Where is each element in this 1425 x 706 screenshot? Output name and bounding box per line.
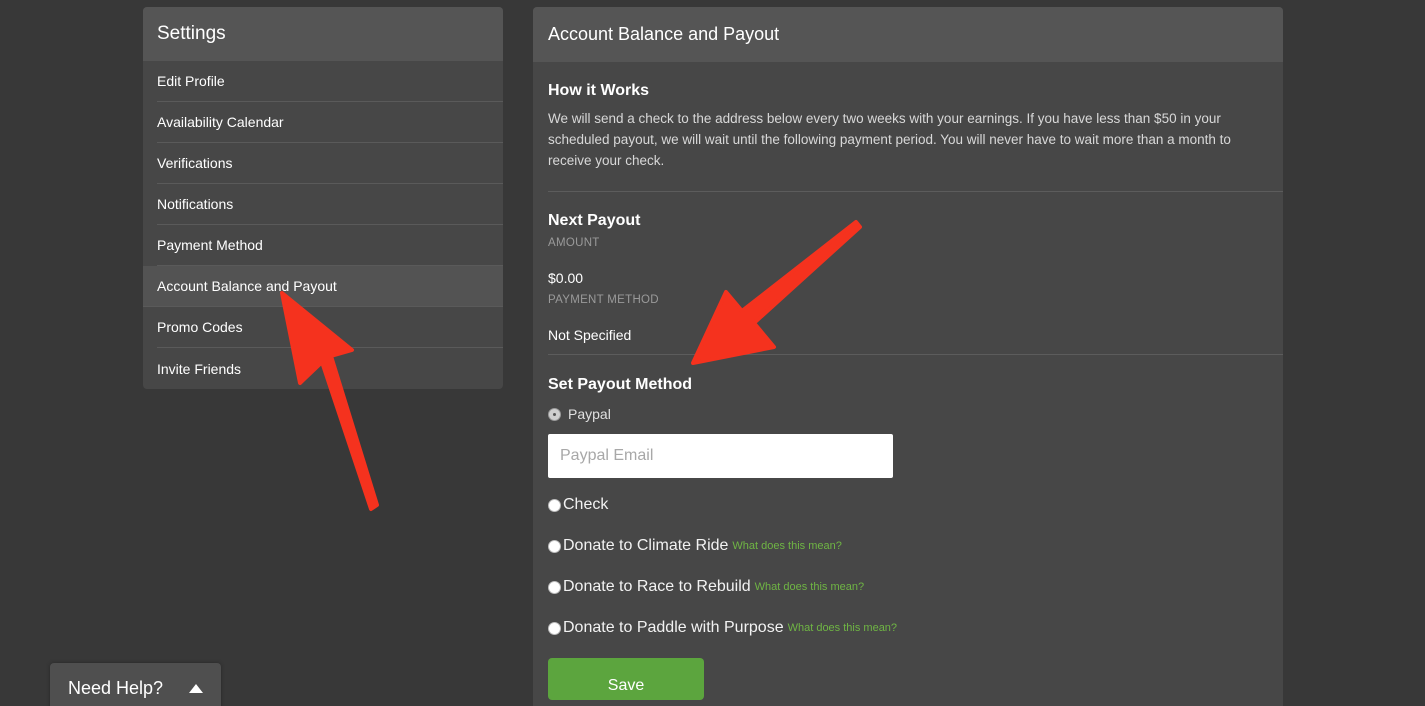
donate-race-to-rebuild-radio[interactable] — [548, 580, 561, 594]
sidebar-item-notifications[interactable]: Notifications — [157, 184, 503, 225]
donate-climate-ride-label: Donate to Climate Ride — [563, 537, 729, 554]
check-radio[interactable] — [548, 498, 561, 512]
sidebar-menu: Edit Profile Availability Calendar Verif… — [143, 61, 503, 389]
sidebar-item-availability-calendar[interactable]: Availability Calendar — [157, 102, 503, 143]
amount-label: AMOUNT — [548, 237, 600, 249]
check-option[interactable]: Check — [548, 496, 1283, 514]
panel-body: How it Works We will send a check to the… — [533, 82, 1283, 700]
how-it-works-text: We will send a check to the address belo… — [548, 111, 1231, 168]
sidebar-item-promo-codes[interactable]: Promo Codes — [157, 307, 503, 348]
payment-method-value: Not Specified — [548, 327, 632, 343]
next-payout-title: Next Payout — [548, 212, 641, 229]
how-it-works-title: How it Works — [548, 82, 650, 99]
panel-title: Account Balance and Payout — [533, 7, 1283, 62]
paddle-with-purpose-info-link[interactable]: What does this mean? — [788, 622, 897, 634]
donate-paddle-with-purpose-radio[interactable] — [548, 621, 561, 635]
donate-paddle-with-purpose-label: Donate to Paddle with Purpose — [563, 619, 784, 636]
need-help-label: Need Help? — [68, 677, 164, 698]
account-balance-panel: Account Balance and Payout How it Works … — [533, 7, 1283, 706]
donate-climate-ride-option[interactable]: Donate to Climate Ride What does this me… — [548, 537, 1283, 555]
save-button[interactable]: Save — [548, 658, 704, 700]
climate-ride-info-link[interactable]: What does this mean? — [732, 540, 841, 552]
sidebar-title: Settings — [143, 7, 503, 61]
paypal-email-input[interactable] — [548, 434, 893, 478]
donate-paddle-with-purpose-option[interactable]: Donate to Paddle with Purpose What does … — [548, 619, 1283, 637]
sidebar-item-payment-method[interactable]: Payment Method — [157, 225, 503, 266]
check-label: Check — [563, 496, 609, 513]
set-payout-method-title: Set Payout Method — [548, 376, 693, 393]
donate-race-to-rebuild-option[interactable]: Donate to Race to Rebuild What does this… — [548, 578, 1283, 596]
settings-page: Settings Edit Profile Availability Calen… — [0, 0, 1425, 706]
donate-race-to-rebuild-label: Donate to Race to Rebuild — [563, 578, 751, 595]
sidebar-item-verifications[interactable]: Verifications — [157, 143, 503, 184]
sidebar-item-invite-friends[interactable]: Invite Friends — [157, 348, 503, 389]
sidebar-item-edit-profile[interactable]: Edit Profile — [157, 61, 503, 102]
donate-climate-ride-radio[interactable] — [548, 539, 561, 553]
paypal-label: Paypal — [568, 406, 611, 422]
need-help-widget[interactable]: Need Help? — [50, 663, 221, 706]
caret-up-icon — [189, 683, 203, 693]
race-to-rebuild-info-link[interactable]: What does this mean? — [755, 581, 864, 593]
settings-sidebar: Settings Edit Profile Availability Calen… — [143, 7, 503, 389]
paypal-option[interactable]: Paypal — [548, 406, 1283, 422]
sidebar-item-account-balance[interactable]: Account Balance and Payout — [143, 266, 503, 307]
section-divider — [548, 191, 1283, 192]
payment-method-label: PAYMENT METHOD — [548, 294, 659, 306]
amount-value: $0.00 — [548, 270, 584, 286]
section-divider — [548, 354, 1283, 355]
paypal-radio[interactable] — [548, 407, 561, 421]
